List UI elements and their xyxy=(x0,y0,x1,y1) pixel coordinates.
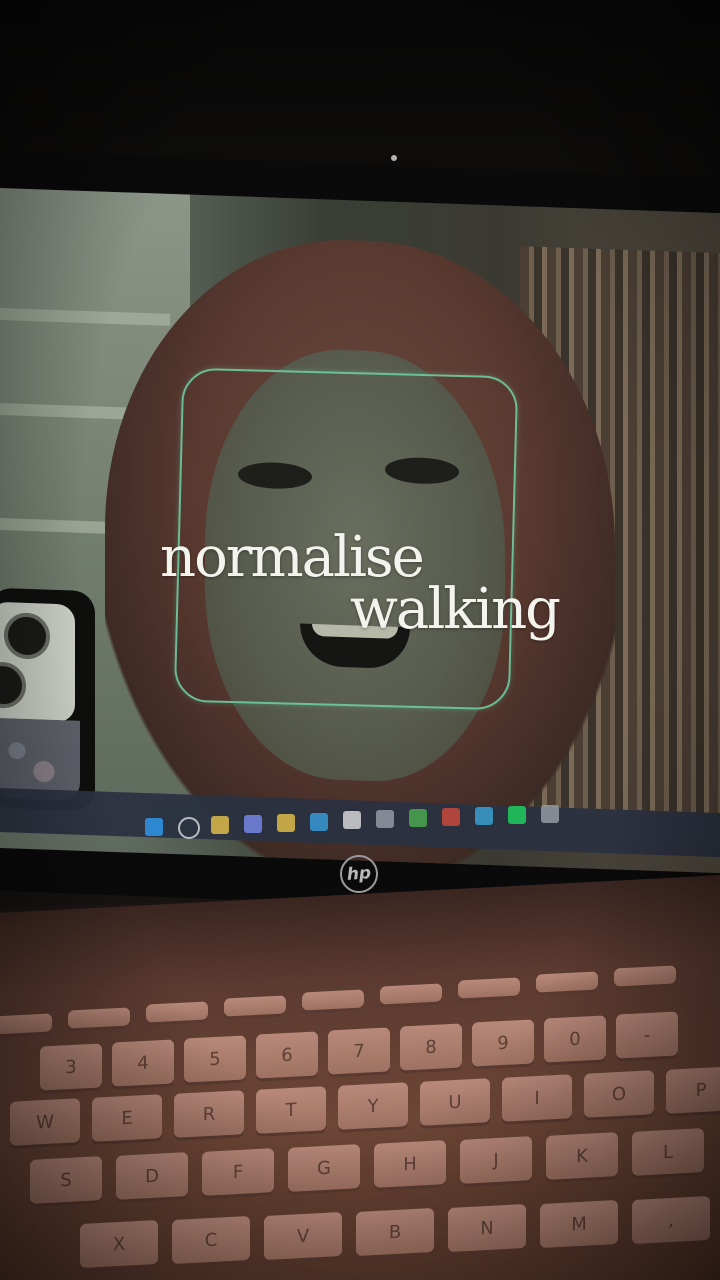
key-u[interactable]: U xyxy=(420,1078,490,1126)
function-key[interactable] xyxy=(146,1001,208,1023)
key-b[interactable]: B xyxy=(356,1207,434,1257)
function-key[interactable] xyxy=(68,1007,130,1029)
camera-lens-icon xyxy=(4,612,50,660)
store-icon[interactable] xyxy=(475,807,493,825)
settings-icon[interactable] xyxy=(376,810,394,829)
key-0[interactable]: 0 xyxy=(544,1015,606,1063)
key-7[interactable]: 7 xyxy=(328,1027,390,1075)
file-explorer-icon[interactable] xyxy=(211,815,229,834)
phone-camera-module xyxy=(0,601,75,723)
camera-icon[interactable] xyxy=(541,804,559,823)
key-k[interactable]: K xyxy=(546,1132,618,1180)
key-y[interactable]: Y xyxy=(338,1082,408,1130)
key-4[interactable]: 4 xyxy=(112,1039,174,1087)
key-sym[interactable]: - xyxy=(616,1011,678,1059)
spotify-icon[interactable] xyxy=(508,805,526,824)
key-3[interactable]: 3 xyxy=(40,1043,102,1091)
caption-line-2: walking xyxy=(350,577,561,642)
key-6[interactable]: 6 xyxy=(256,1031,318,1079)
key-o[interactable]: O xyxy=(584,1070,654,1118)
function-key[interactable] xyxy=(224,995,286,1017)
folder-icon[interactable] xyxy=(277,813,295,832)
key-5[interactable]: 5 xyxy=(184,1035,246,1083)
key-i[interactable]: I xyxy=(502,1074,572,1122)
key-n[interactable]: N xyxy=(448,1203,526,1253)
key-x[interactable]: X xyxy=(80,1219,158,1269)
webcam-indicator xyxy=(391,155,397,161)
key-l[interactable]: L xyxy=(632,1128,704,1176)
camera-lens-icon xyxy=(0,661,26,709)
photo-scene: normalise walking hp 34567890-WERTYUIOPS… xyxy=(0,0,720,1280)
key-m[interactable]: M xyxy=(540,1199,618,1249)
chrome-icon[interactable] xyxy=(409,809,427,828)
key-w[interactable]: W xyxy=(10,1098,80,1146)
function-key[interactable] xyxy=(536,971,598,993)
key-h[interactable]: H xyxy=(374,1140,446,1188)
app-icon[interactable] xyxy=(442,808,460,827)
key-f[interactable]: F xyxy=(202,1148,274,1196)
key-d[interactable]: D xyxy=(116,1152,188,1200)
key-p[interactable]: P xyxy=(666,1066,720,1114)
edge-icon[interactable] xyxy=(310,812,328,831)
function-key[interactable] xyxy=(0,1013,52,1035)
phone-in-hand xyxy=(0,587,95,812)
function-key[interactable] xyxy=(380,983,442,1005)
key-9[interactable]: 9 xyxy=(472,1019,534,1067)
key-t[interactable]: T xyxy=(256,1086,326,1134)
key-g[interactable]: G xyxy=(288,1144,360,1192)
key-v[interactable]: V xyxy=(264,1211,342,1261)
shelf xyxy=(0,308,170,326)
key-j[interactable]: J xyxy=(460,1136,532,1184)
chat-icon[interactable] xyxy=(244,814,262,833)
search-icon[interactable] xyxy=(178,816,200,839)
windows-start-icon[interactable] xyxy=(145,818,163,836)
function-key[interactable] xyxy=(458,977,520,999)
calendar-icon[interactable] xyxy=(343,811,361,830)
key-c[interactable]: C xyxy=(172,1215,250,1265)
key-sym[interactable]: , xyxy=(632,1195,710,1245)
key-r[interactable]: R xyxy=(174,1090,244,1138)
key-e[interactable]: E xyxy=(92,1094,162,1142)
key-s[interactable]: S xyxy=(30,1156,102,1204)
function-key[interactable] xyxy=(302,989,364,1011)
function-key[interactable] xyxy=(614,965,676,987)
key-8[interactable]: 8 xyxy=(400,1023,462,1071)
